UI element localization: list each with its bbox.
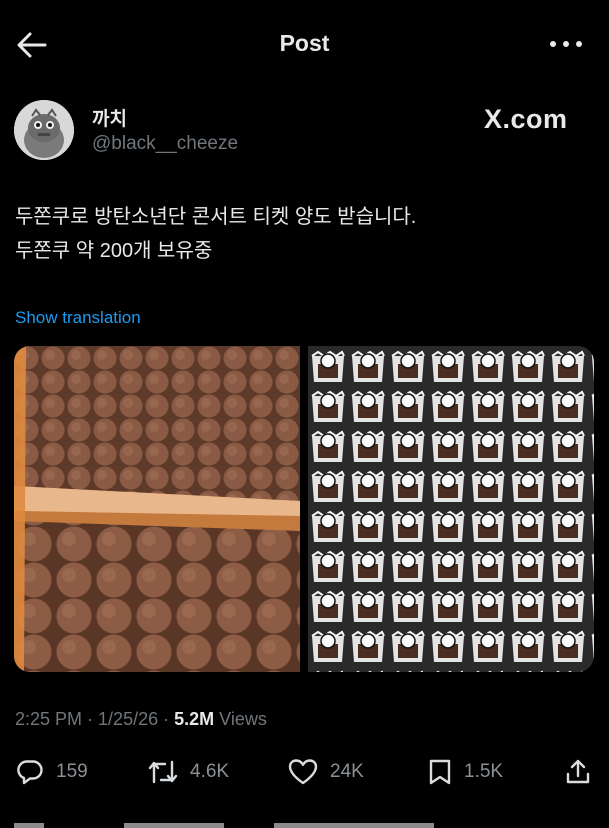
post-meta: 2:25 PM · 1/25/26 · 5.2M Views bbox=[15, 709, 267, 730]
meta-separator: · bbox=[82, 709, 99, 729]
photo-chocolate-truffles[interactable] bbox=[14, 346, 300, 672]
share-button[interactable] bbox=[564, 752, 592, 792]
post-time: 2:25 PM bbox=[15, 709, 83, 729]
reply-button[interactable]: 159 bbox=[16, 752, 88, 792]
action-bar: 159 4.6K 24K 1.5K bbox=[0, 752, 609, 796]
media-grid bbox=[14, 346, 594, 672]
tweet-text: 두쫀쿠로 방탄소년단 콘서트 티켓 양도 받습니다. 두쫀쿠 약 200개 보유… bbox=[15, 200, 595, 268]
reply-count: 159 bbox=[56, 761, 88, 782]
like-button[interactable]: 24K bbox=[288, 752, 364, 792]
next-content-clipped bbox=[14, 818, 609, 828]
views-count[interactable]: 5.2M bbox=[174, 709, 214, 729]
repost-button[interactable]: 4.6K bbox=[148, 752, 229, 792]
author-display-name[interactable]: 까치 bbox=[92, 104, 127, 131]
like-count: 24K bbox=[330, 761, 364, 782]
tweet-line: 두쫀쿠로 방탄소년단 콘서트 티켓 양도 받습니다. bbox=[15, 206, 417, 228]
reply-icon bbox=[17, 760, 43, 785]
repost-count: 4.6K bbox=[190, 761, 230, 782]
photo-packaged-desserts[interactable] bbox=[308, 346, 594, 672]
tweet-line: 두쫀쿠 약 200개 보유중 bbox=[15, 240, 213, 262]
page-title: Post bbox=[279, 30, 330, 56]
more-options-button[interactable] bbox=[548, 34, 584, 54]
top-bar: Post bbox=[0, 0, 609, 90]
more-horizontal-icon bbox=[550, 41, 582, 47]
post-date: 1/25/26 bbox=[98, 709, 159, 729]
repost-icon bbox=[148, 760, 178, 784]
views-label[interactable]: Views bbox=[219, 709, 267, 729]
bookmark-button[interactable]: 1.5K bbox=[428, 752, 503, 792]
bookmark-icon bbox=[429, 759, 451, 785]
back-button[interactable] bbox=[14, 30, 48, 60]
source-watermark: X.com bbox=[484, 104, 568, 134]
meta-separator: · bbox=[158, 709, 175, 729]
share-icon bbox=[566, 759, 590, 784]
heart-icon bbox=[288, 759, 318, 785]
arrow-left-icon bbox=[17, 32, 47, 58]
show-translation-link[interactable]: Show translation bbox=[15, 308, 141, 328]
bookmark-count: 1.5K bbox=[464, 761, 504, 782]
author-handle[interactable]: @black__cheeze bbox=[92, 133, 238, 155]
avatar[interactable] bbox=[14, 100, 74, 160]
